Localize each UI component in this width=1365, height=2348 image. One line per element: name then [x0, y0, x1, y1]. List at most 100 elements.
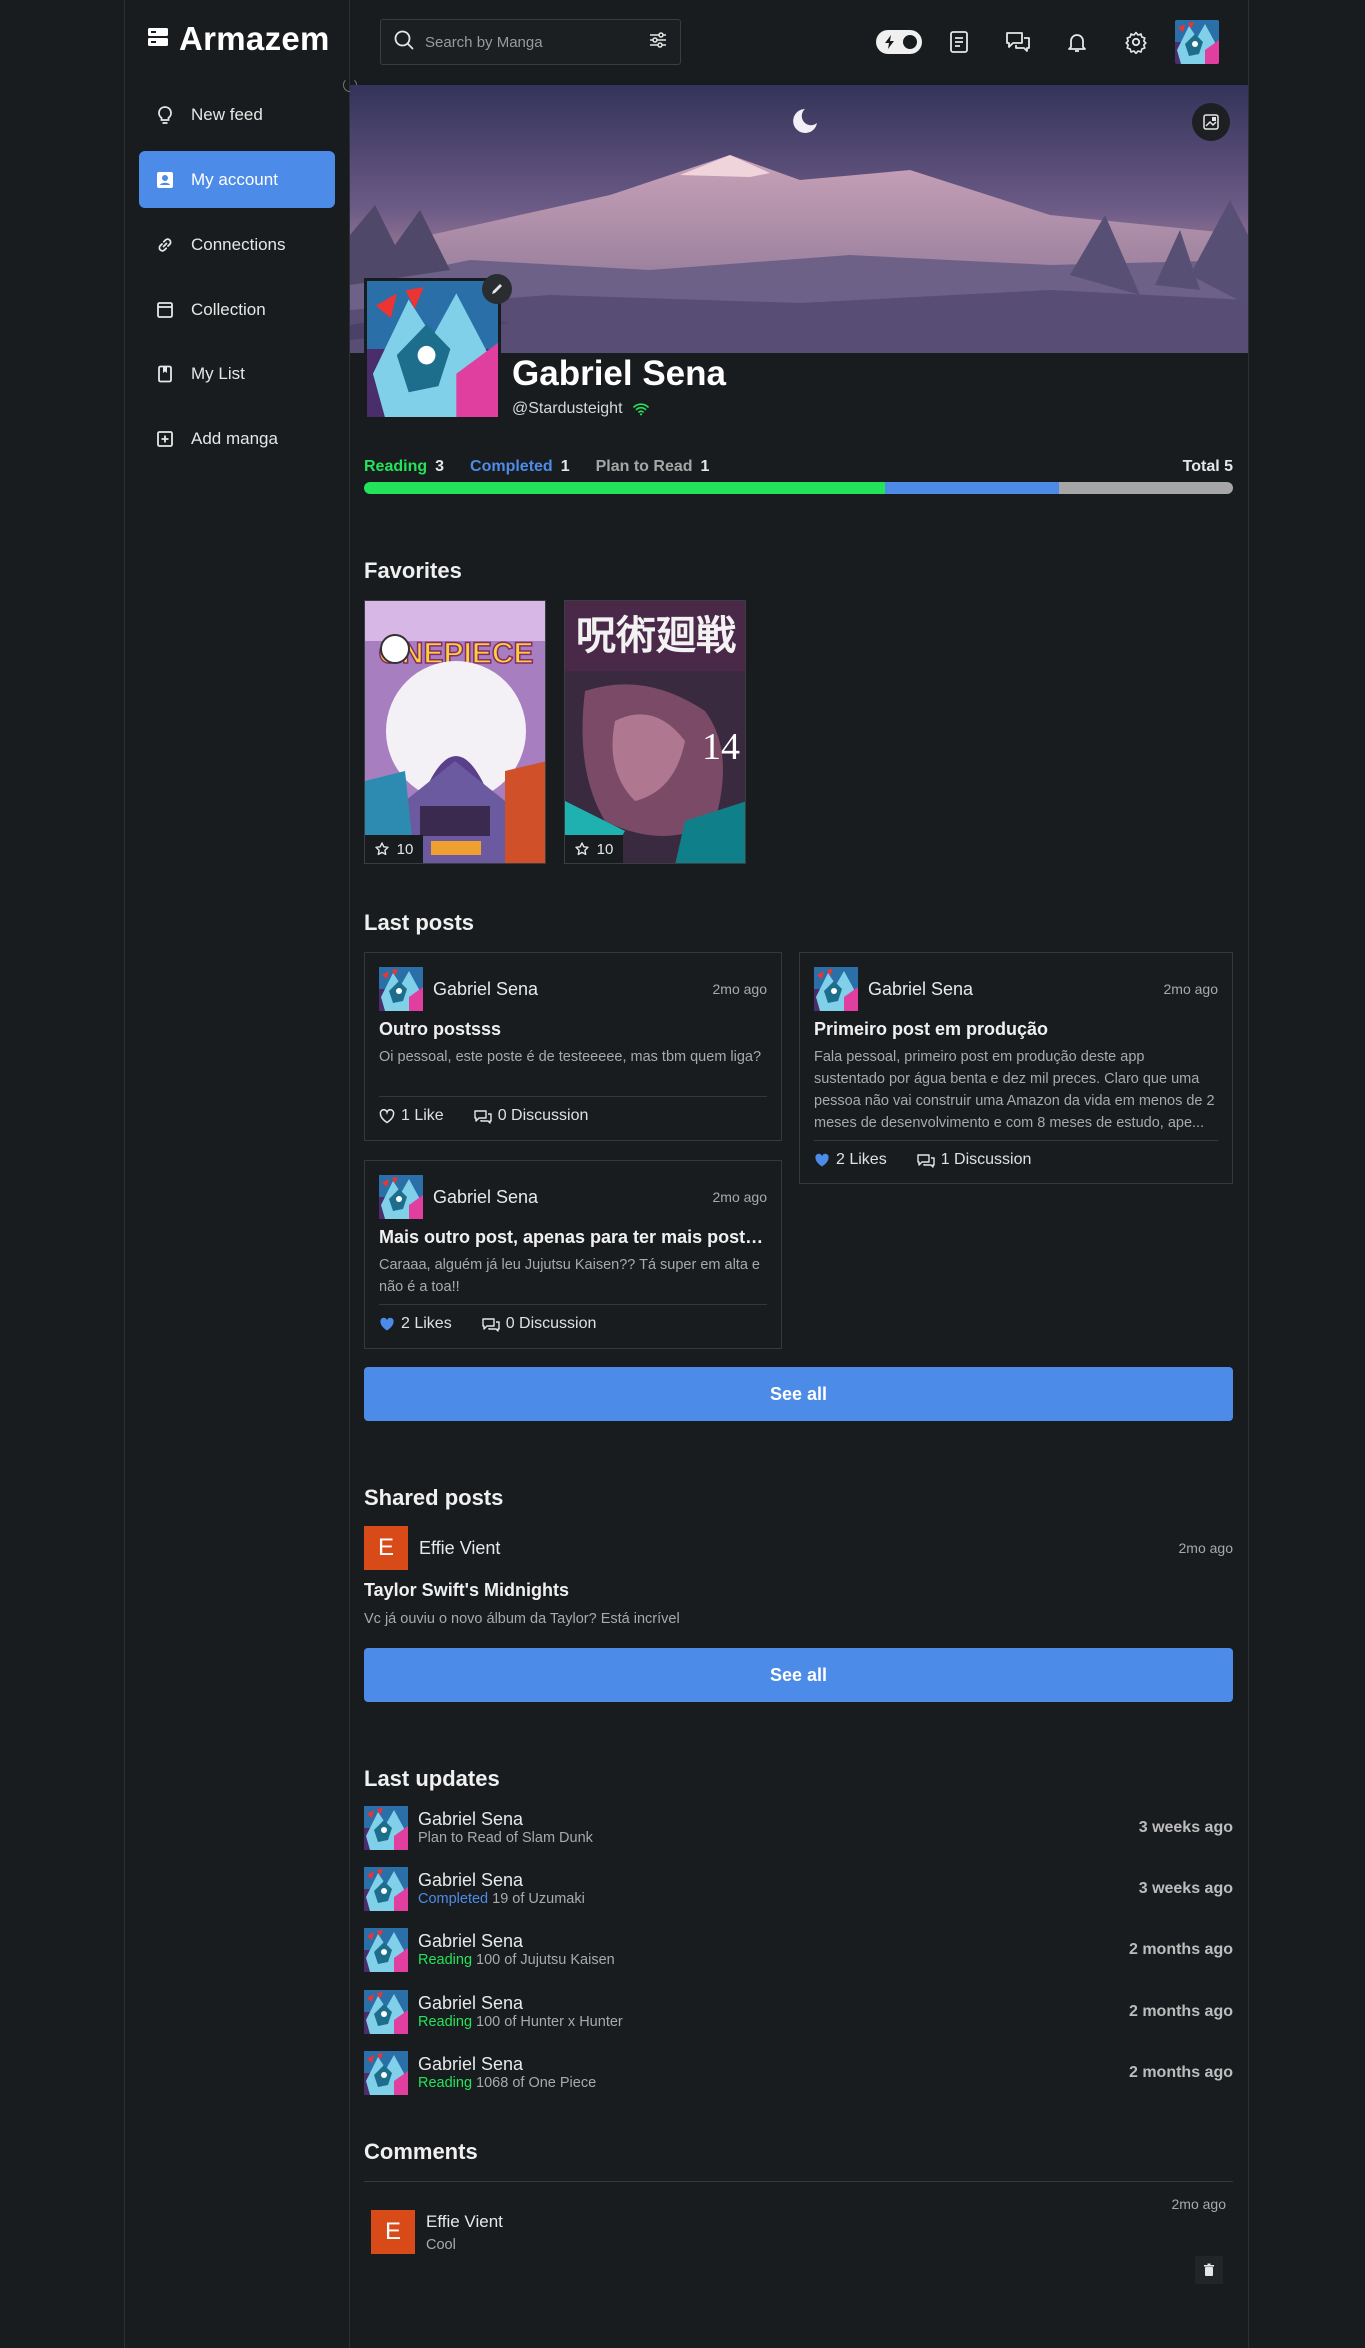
update-user[interactable]: Gabriel Sena	[418, 1809, 593, 1829]
post-title[interactable]: Mais outro post, apenas para ter mais po…	[379, 1227, 767, 1248]
update-row[interactable]: Gabriel Sena Reading 100 of Jujutsu Kaise…	[364, 1928, 1233, 1972]
avatar[interactable]	[364, 1990, 408, 2034]
post-card[interactable]: Gabriel Sena 2mo ago Mais outro post, ap…	[364, 1160, 782, 1349]
update-manga: 100 of Jujutsu Kaisen	[472, 1952, 615, 1968]
link-icon	[155, 235, 175, 255]
reading-stats: Reading 3 Completed 1 Plan to Read 1 Total …	[364, 458, 1233, 476]
post-title[interactable]: Taylor Swift's Midnights	[364, 1580, 1233, 1601]
progress-reading	[364, 482, 886, 494]
profile-handle: @Stardusteight	[512, 400, 649, 418]
update-manga: 100 of Hunter x Hunter	[472, 2014, 623, 2030]
comment-item: E Effie Vient Cool 2mo ago	[364, 2190, 1233, 2290]
news-icon[interactable]	[937, 20, 981, 64]
rating-badge: 10	[365, 835, 423, 863]
favorite-card[interactable]: 呪術廻戦 14 10	[564, 600, 746, 864]
search-icon	[393, 29, 415, 56]
avatar[interactable]: E	[371, 2210, 415, 2254]
update-user[interactable]: Gabriel Sena	[418, 1993, 623, 2013]
update-status: Reading	[418, 2014, 473, 2030]
sidebar-item-label: Connections	[191, 234, 286, 254]
discussion-button[interactable]: 0 Discussion	[482, 1315, 596, 1333]
update-manga: 1068 of One Piece	[472, 2075, 597, 2091]
avatar[interactable]	[379, 1175, 423, 1219]
sidebar-item-connections[interactable]: Connections	[139, 216, 335, 273]
discussion-button[interactable]: 1 Discussion	[917, 1151, 1031, 1169]
update-row[interactable]: Gabriel Sena Reading 100 of Hunter x Hunt…	[364, 1990, 1233, 2034]
avatar[interactable]	[364, 1928, 408, 1972]
update-user[interactable]: Gabriel Sena	[418, 1931, 615, 1951]
user-avatar[interactable]	[1175, 20, 1219, 64]
see-all-posts-button[interactable]: See all	[364, 1367, 1233, 1421]
shared-post[interactable]: E Effie Vient 2mo ago Taylor Swift's Mid…	[364, 1526, 1233, 1627]
like-button[interactable]: 1 Like	[379, 1107, 444, 1125]
star-icon	[574, 842, 589, 856]
update-detail: Reading 1068 of One Piece	[418, 2074, 596, 2092]
update-detail: Reading 100 of Hunter x Hunter	[418, 2013, 623, 2031]
edit-avatar-button[interactable]	[482, 274, 512, 304]
avatar[interactable]	[379, 967, 423, 1011]
update-user[interactable]: Gabriel Sena	[418, 2054, 596, 2074]
search-input[interactable]	[425, 33, 638, 51]
favorite-card[interactable]: ONEPIECE 10	[364, 600, 546, 864]
update-manga: 19 of Uzumaki	[488, 1891, 585, 1907]
sidebar-item-label: My account	[191, 169, 278, 189]
sidebar-item-my-account[interactable]: My account	[139, 151, 335, 208]
avatar[interactable]	[814, 967, 858, 1011]
post-author[interactable]: Effie Vient	[419, 1538, 500, 1559]
theme-toggle[interactable]	[876, 30, 922, 54]
post-body: Vc já ouviu o novo álbum da Taylor? Está…	[364, 1611, 680, 1627]
storage-icon	[147, 26, 169, 53]
post-body: Oi pessoal, este poste é de testeeeee, m…	[379, 1049, 762, 1065]
chat-icon[interactable]	[996, 20, 1040, 64]
collection-icon	[155, 300, 175, 320]
avatar[interactable]	[364, 1806, 408, 1850]
update-detail: Reading 100 of Jujutsu Kaisen	[418, 1951, 615, 1969]
update-row[interactable]: Gabriel Sena Reading 1068 of One Piece 2 m…	[364, 2051, 1233, 2095]
update-row[interactable]: Gabriel Sena Plan to Read of Slam Dunk 3 w…	[364, 1806, 1233, 1850]
like-count: 1 Like	[401, 1107, 444, 1124]
change-banner-button[interactable]	[1192, 103, 1230, 141]
update-row[interactable]: Gabriel Sena Completed 19 of Uzumaki 3 wee…	[364, 1867, 1233, 1911]
toggle-knob	[901, 33, 919, 51]
comment-author[interactable]: Effie Vient	[426, 2212, 503, 2232]
like-button[interactable]: 2 Likes	[379, 1315, 452, 1333]
like-button[interactable]: 2 Likes	[814, 1151, 887, 1169]
see-all-shared-button[interactable]: See all	[364, 1648, 1233, 1702]
sidebar-item-my-list[interactable]: My List	[139, 345, 335, 402]
post-card[interactable]: Gabriel Sena 2mo ago Primeiro post em pr…	[799, 952, 1233, 1184]
update-time: 2 months ago	[1128, 2003, 1233, 2020]
gear-icon[interactable]	[1114, 20, 1158, 64]
sidebar-item-new-feed[interactable]: New feed	[139, 86, 335, 143]
heart-filled-icon	[815, 1153, 829, 1166]
post-author[interactable]: Gabriel Sena	[433, 979, 538, 1000]
update-text: Gabriel Sena Reading 100 of Jujutsu Kaise…	[418, 1931, 615, 1969]
star-icon	[374, 842, 389, 856]
avatar[interactable]	[364, 2051, 408, 2095]
divider	[364, 2181, 1233, 2182]
brand[interactable]: Armazem	[147, 20, 330, 58]
avatar[interactable]	[364, 1867, 408, 1911]
post-card[interactable]: Gabriel Sena 2mo ago Outro postsss Oi pe…	[364, 952, 782, 1141]
post-title[interactable]: Primeiro post em produção	[814, 1019, 1218, 1040]
topbar-actions	[876, 20, 1219, 64]
update-user[interactable]: Gabriel Sena	[418, 1870, 585, 1890]
bell-icon[interactable]	[1055, 20, 1099, 64]
avatar[interactable]: E	[364, 1526, 408, 1570]
search-box[interactable]	[380, 19, 681, 65]
post-title[interactable]: Outro postsss	[379, 1019, 767, 1040]
brand-name: Armazem	[179, 20, 330, 57]
stat-reading[interactable]: Reading 3	[364, 458, 444, 476]
update-time: 3 weeks ago	[1138, 1880, 1233, 1897]
rating-value: 10	[396, 840, 414, 858]
sidebar-item-collection[interactable]: Collection	[139, 281, 335, 338]
sidebar-item-add-manga[interactable]: Add manga	[139, 410, 335, 467]
post-author[interactable]: Gabriel Sena	[868, 979, 973, 1000]
stat-plan-to-read[interactable]: Plan to Read 1	[596, 458, 710, 476]
filter-icon[interactable]	[648, 30, 668, 55]
delete-comment-button[interactable]	[1195, 2256, 1223, 2284]
stat-completed[interactable]: Completed 1	[470, 458, 570, 476]
discussion-button[interactable]: 0 Discussion	[474, 1107, 588, 1125]
plus-square-icon	[155, 429, 175, 449]
post-author[interactable]: Gabriel Sena	[433, 1187, 538, 1208]
sidebar: Armazem New feed My account Connections …	[124, 0, 350, 2348]
